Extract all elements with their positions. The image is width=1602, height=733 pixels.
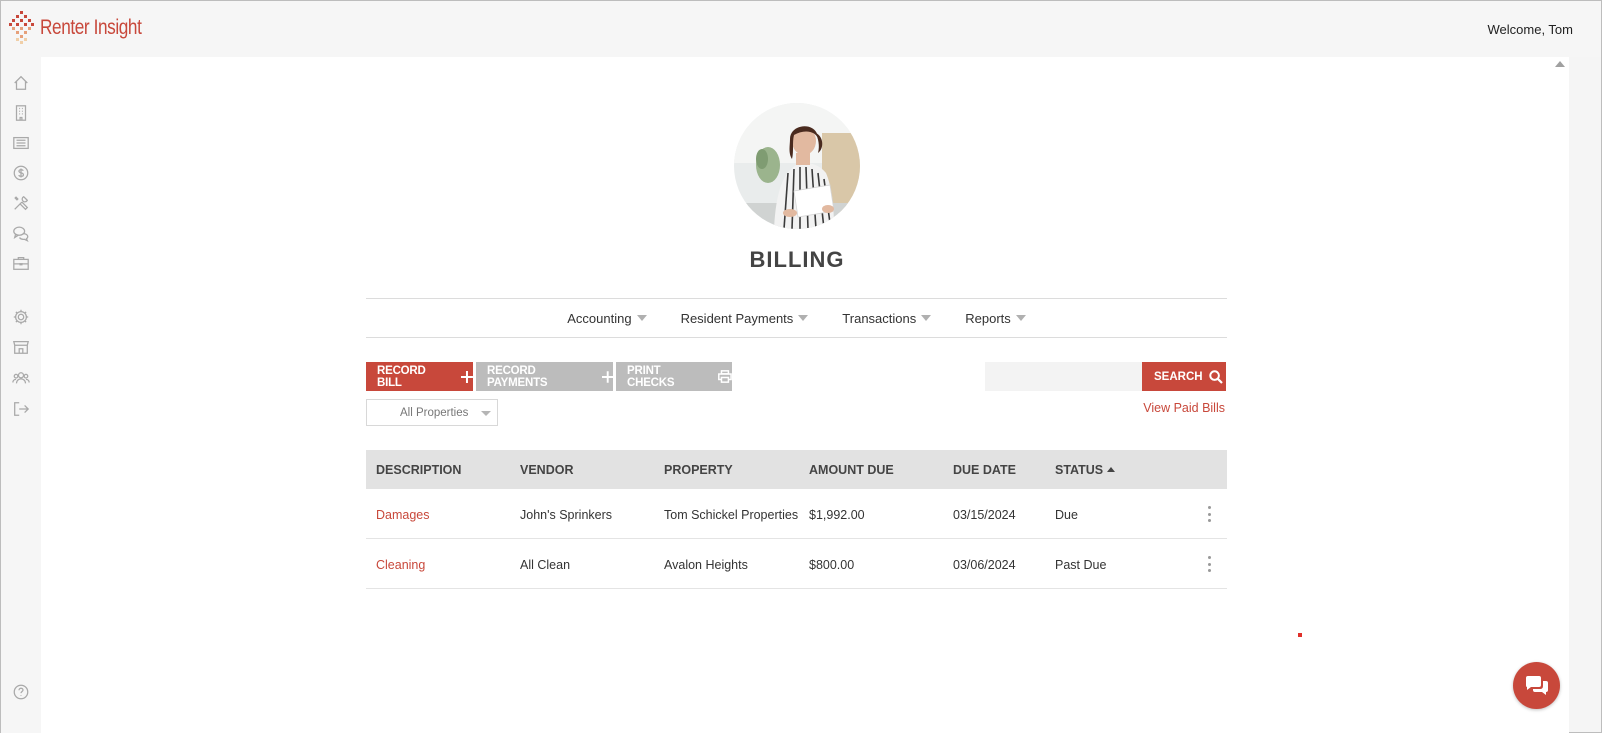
bill-vendor: All Clean [520, 558, 571, 572]
table-row: Damages John's Sprinkers Tom Schickel Pr… [366, 489, 1227, 539]
record-bill-label: RECORD BILL [377, 364, 426, 389]
search-button[interactable]: SEARCH [1142, 362, 1226, 391]
record-payments-label: RECORD PAYMENTS [487, 364, 548, 389]
list-icon[interactable] [11, 133, 31, 153]
record-payments-button[interactable]: RECORD PAYMENTS [476, 362, 613, 391]
column-header-amount-due[interactable]: AMOUNT DUE [809, 463, 894, 477]
bill-due-date: 03/06/2024 [953, 558, 1016, 572]
home-icon[interactable] [11, 73, 31, 93]
search-icon [1208, 369, 1223, 384]
subnav-resident-payments-label: Resident Payments [680, 310, 794, 326]
briefcase-icon[interactable] [11, 253, 31, 273]
cursor-artifact [1298, 633, 1302, 637]
bill-status: Due [1055, 508, 1078, 522]
help-icon[interactable] [11, 682, 31, 702]
billing-subnav: Accounting Resident Payments Transaction… [366, 298, 1227, 338]
caret-down-icon [1015, 315, 1026, 321]
bill-amount-due: $1,992.00 [809, 508, 865, 522]
column-header-vendor[interactable]: VENDOR [520, 463, 573, 477]
search-label: SEARCH [1154, 370, 1203, 383]
dollar-icon[interactable] [11, 163, 31, 183]
table-row: Cleaning All Clean Avalon Heights $800.0… [366, 539, 1227, 589]
bill-description-link[interactable]: Damages [376, 508, 430, 522]
gear-icon[interactable] [11, 307, 31, 327]
users-icon[interactable] [11, 368, 31, 388]
caret-down-icon [798, 315, 809, 321]
welcome-message[interactable]: Welcome, Tom [1488, 22, 1574, 37]
top-bar: Renter Insight Welcome, Tom [1, 1, 1601, 57]
property-filter-select[interactable]: All Properties [366, 399, 498, 426]
caret-down-icon [636, 315, 647, 321]
page-title: BILLING [749, 247, 845, 272]
logo-mark-icon [9, 11, 35, 45]
bill-vendor: John's Sprinkers [520, 508, 613, 522]
property-filter-value: All Properties [400, 406, 469, 419]
chat-bubbles-icon[interactable] [11, 223, 31, 243]
store-icon[interactable] [11, 337, 31, 357]
plus-icon [601, 370, 613, 383]
chat-icon [1525, 675, 1548, 695]
column-header-due-date[interactable]: DUE DATE [953, 463, 1016, 477]
column-header-status[interactable]: STATUS [1055, 463, 1116, 477]
logo-text: Renter Insight [40, 16, 142, 39]
subnav-resident-payments[interactable]: Resident Payments [681, 311, 809, 326]
subnav-transactions-label: Transactions [842, 310, 917, 326]
search-input[interactable] [985, 362, 1142, 391]
sort-ascending-icon [1107, 467, 1116, 472]
table-header: DESCRIPTION VENDOR PROPERTY AMOUNT DUE D… [366, 450, 1227, 489]
bill-status: Past Due [1055, 558, 1107, 572]
row-actions-menu-icon[interactable] [1205, 555, 1213, 573]
subnav-reports-label: Reports [965, 310, 1011, 326]
subnav-accounting-label: Accounting [567, 310, 632, 326]
bill-amount-due: $800.00 [809, 558, 855, 572]
tools-icon[interactable] [11, 193, 31, 213]
sidebar [1, 57, 41, 733]
chat-launcher-button[interactable] [1513, 662, 1560, 709]
scroll-up-icon[interactable] [1555, 61, 1565, 67]
logout-icon[interactable] [11, 399, 31, 419]
subnav-accounting[interactable]: Accounting [567, 310, 647, 326]
printer-icon [718, 370, 732, 383]
subnav-reports[interactable]: Reports [965, 311, 1026, 326]
bill-due-date: 03/15/2024 [953, 508, 1016, 522]
column-header-status-label: STATUS [1055, 463, 1104, 477]
logo[interactable]: Renter Insight [9, 11, 164, 45]
bill-description-link[interactable]: Cleaning [376, 558, 425, 572]
caret-down-icon [921, 315, 932, 321]
chevron-down-icon [481, 411, 491, 416]
building-icon[interactable] [11, 103, 31, 123]
billing-hero-image [734, 103, 860, 229]
plus-icon [461, 370, 473, 383]
column-header-description[interactable]: DESCRIPTION [376, 463, 461, 477]
print-checks-button[interactable]: PRINT CHECKS [616, 362, 732, 391]
subnav-transactions[interactable]: Transactions [842, 310, 932, 326]
column-header-property[interactable]: PROPERTY [664, 463, 733, 477]
bill-property: Avalon Heights [664, 558, 748, 572]
bills-table: DESCRIPTION VENDOR PROPERTY AMOUNT DUE D… [366, 450, 1227, 589]
print-checks-label: PRINT CHECKS [627, 364, 675, 389]
app-window: Renter Insight Welcome, Tom BILLING Acco… [0, 0, 1602, 733]
scrollbar[interactable] [1551, 57, 1569, 733]
record-bill-button[interactable]: RECORD BILL [366, 362, 473, 391]
bill-property: Tom Schickel Properties [664, 508, 799, 522]
view-paid-bills-link[interactable]: View Paid Bills [1143, 401, 1225, 415]
row-actions-menu-icon[interactable] [1205, 505, 1213, 523]
